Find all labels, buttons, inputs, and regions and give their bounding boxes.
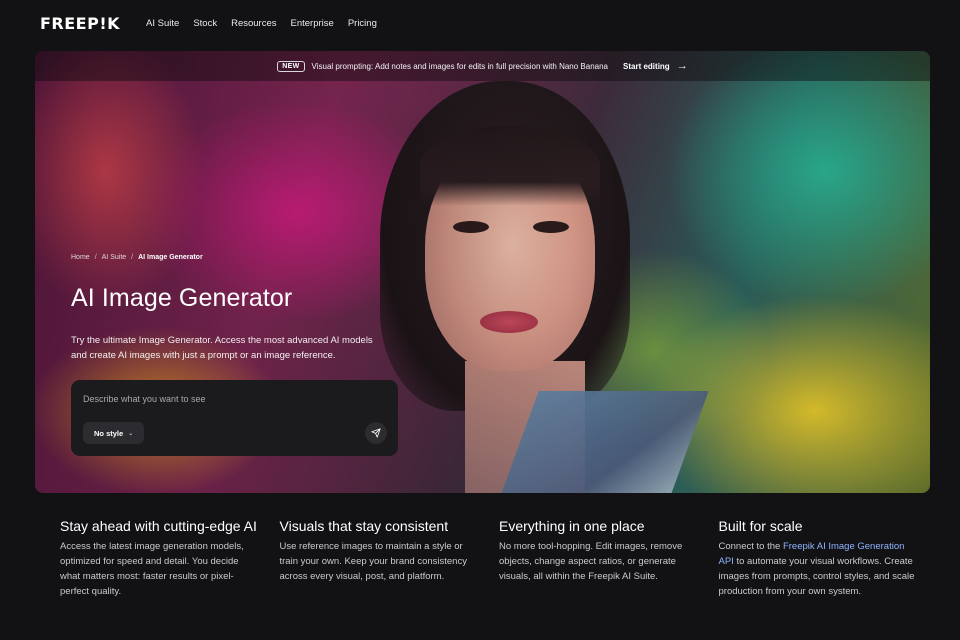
announcement-banner: NEW Visual prompting: Add notes and imag… bbox=[35, 51, 930, 81]
style-dropdown-label: No style bbox=[94, 428, 124, 438]
paper-plane-icon bbox=[371, 428, 381, 438]
breadcrumb: Home / AI Suite / AI Image Generator bbox=[71, 254, 203, 261]
hero-description: Try the ultimate Image Generator. Access… bbox=[71, 335, 373, 361]
nav-link-stock[interactable]: Stock bbox=[193, 18, 217, 29]
breadcrumb-current: AI Image Generator bbox=[138, 254, 203, 261]
feature-title: Everything in one place bbox=[499, 518, 645, 534]
arrow-right-icon[interactable]: → bbox=[677, 60, 688, 72]
breadcrumb-home[interactable]: Home bbox=[71, 254, 90, 261]
send-button[interactable] bbox=[365, 422, 387, 444]
start-editing-link[interactable]: Start editing bbox=[623, 62, 670, 71]
prompt-box: No style ⌄ bbox=[71, 380, 398, 456]
feature-card: Stay ahead with cutting-edge AI Access t… bbox=[60, 516, 280, 599]
feature-body: Connect to the Freepik AI Image Generati… bbox=[719, 539, 919, 599]
feature-title: Visuals that stay consistent bbox=[279, 518, 449, 534]
style-dropdown-button[interactable]: No style ⌄ bbox=[83, 422, 145, 444]
feature-body: Use reference images to maintain a style… bbox=[279, 541, 467, 582]
nav-link-resources[interactable]: Resources bbox=[231, 18, 276, 29]
new-badge: NEW bbox=[277, 60, 305, 72]
feature-card: Everything in one place No more tool-hop… bbox=[499, 516, 719, 599]
banner-text: Visual prompting: Add notes and images f… bbox=[311, 61, 609, 71]
feature-body-text: Connect to the bbox=[718, 541, 783, 552]
feature-card: Visuals that stay consistent Use referen… bbox=[280, 516, 500, 599]
feature-body: No more tool-hopping. Edit images, remov… bbox=[499, 541, 683, 582]
features-section: Stay ahead with cutting-edge AI Access t… bbox=[60, 516, 940, 599]
page-title: AI Image Generator bbox=[71, 284, 293, 312]
feature-title: Stay ahead with cutting-edge AI bbox=[60, 518, 257, 534]
feature-title: Built for scale bbox=[718, 518, 803, 534]
nav-links: AI Suite Stock Resources Enterprise Pric… bbox=[146, 18, 377, 29]
top-nav: FREEP!K AI Suite Stock Resources Enterpr… bbox=[0, 0, 960, 46]
feature-card: Built for scale Connect to the Freepik A… bbox=[719, 516, 939, 599]
breadcrumb-separator: / bbox=[131, 254, 134, 261]
nav-link-enterprise[interactable]: Enterprise bbox=[291, 18, 334, 29]
hero-section: NEW Visual prompting: Add notes and imag… bbox=[35, 51, 930, 493]
prompt-input[interactable] bbox=[83, 392, 383, 406]
feature-body-text: to automate your visual workflows. Creat… bbox=[718, 556, 915, 597]
nav-link-ai-suite[interactable]: AI Suite bbox=[146, 18, 179, 29]
freepik-logo[interactable]: FREEP!K bbox=[40, 14, 120, 33]
chevron-down-icon: ⌄ bbox=[128, 430, 134, 437]
breadcrumb-ai-suite[interactable]: AI Suite bbox=[102, 254, 127, 261]
nav-link-pricing[interactable]: Pricing bbox=[348, 18, 377, 29]
feature-body: Access the latest image generation model… bbox=[60, 541, 244, 597]
breadcrumb-separator: / bbox=[94, 254, 97, 261]
